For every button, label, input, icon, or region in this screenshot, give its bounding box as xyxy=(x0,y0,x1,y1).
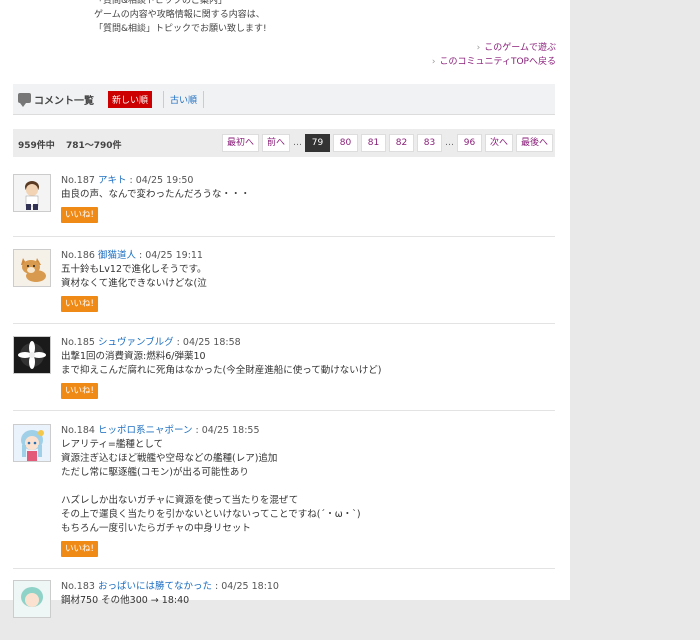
like-button[interactable]: いいね! xyxy=(61,207,98,223)
next-page-button[interactable]: 次へ xyxy=(484,134,513,152)
comment-line: ただし常に駆逐艦(コモン)が出る可能性あり xyxy=(61,467,249,478)
comment-line: 五十鈴もLv12で進化しそうです。 xyxy=(61,264,207,275)
flower-avatar-icon[interactable] xyxy=(13,336,51,374)
sort-newest-button[interactable]: 新しい順 xyxy=(108,91,153,108)
page-button[interactable]: 80 xyxy=(332,134,358,152)
page-button[interactable]: 81 xyxy=(360,134,386,152)
comment-line: 資材なくて進化できないけどな(泣 xyxy=(61,278,207,289)
comment-line: まで抑えこんだ腐れに死角はなかった(今全財産進船に使って動けないけど) xyxy=(61,365,382,376)
range-count: 781〜790件 xyxy=(65,141,122,151)
page-button[interactable]: 83 xyxy=(416,134,442,152)
comment-time: 04/25 19:50 xyxy=(135,175,194,186)
comment-user-link[interactable]: アキト xyxy=(98,175,127,186)
comment-meta: No.187 アキト : 04/25 19:50 xyxy=(61,175,194,186)
comment-number: No.186 xyxy=(61,250,95,261)
nav-links: このゲームで遊ぶ このコミュニティTOPへ戻る xyxy=(432,41,556,69)
ellipsis: … xyxy=(292,138,302,148)
comment-item: No.187 アキト : 04/25 19:50 由良の声、なんで変わったんだろ… xyxy=(13,174,555,237)
comment-meta: No.183 おっぱいには勝てなかった : 04/25 18:10 xyxy=(61,581,279,592)
comment-line-blank xyxy=(61,480,555,494)
intro-line: 「質問&相談」トピックでお願い致します! xyxy=(94,24,267,34)
play-game-link[interactable]: このゲームで遊ぶ xyxy=(432,41,556,55)
page-buttons: 最初へ 前へ … 79 80 81 82 83 … 96 次へ 最後へ xyxy=(221,134,553,152)
comment-user-link[interactable]: おっぱいには勝てなかった xyxy=(98,581,212,592)
sort-oldest-button[interactable]: 古い順 xyxy=(163,91,205,108)
comment-item: No.185 シュヴァンブルグ : 04/25 18:58 出撃1回の消費資源:… xyxy=(13,336,555,411)
comment-user-link[interactable]: 御猫道人 xyxy=(98,250,136,261)
comments-title: コメント一覧 xyxy=(34,96,94,107)
comment-meta: No.186 御猫道人 : 04/25 19:11 xyxy=(61,250,203,261)
total-count: 959件中 xyxy=(18,141,55,151)
comment-body: No.184 ヒッポロ系ニャポーン : 04/25 18:55 レアリティ=艦種… xyxy=(61,424,555,557)
last-page-button[interactable]: 最後へ xyxy=(515,134,553,152)
comment-number: No.183 xyxy=(61,581,95,592)
comment-line: 資源注ぎ込むほど戦艦や空母などの艦種(レア)追加 xyxy=(61,453,278,464)
intro-line: ゲームの内容や攻略情報に関する内容は、 xyxy=(94,10,265,20)
comment-body: No.185 シュヴァンブルグ : 04/25 18:58 出撃1回の消費資源:… xyxy=(61,336,555,399)
boy-avatar-icon[interactable] xyxy=(13,174,51,212)
comment-number: No.185 xyxy=(61,337,95,348)
comment-line: 出撃1回の消費資源:燃料6/弾薬10 xyxy=(61,351,206,362)
comment-meta: No.184 ヒッポロ系ニャポーン : 04/25 18:55 xyxy=(61,425,260,436)
comment-time: 04/25 18:58 xyxy=(182,337,241,348)
comment-user-link[interactable]: ヒッポロ系ニャポーン xyxy=(98,425,193,436)
comment-meta: No.185 シュヴァンブルグ : 04/25 18:58 xyxy=(61,337,241,348)
prev-page-button[interactable]: 前へ xyxy=(261,134,290,152)
page-button[interactable]: 82 xyxy=(388,134,414,152)
comment-time: 04/25 19:11 xyxy=(145,250,203,261)
result-count: 959件中 781〜790件 xyxy=(18,138,122,151)
comment-bubble-icon xyxy=(18,93,31,107)
comment-line: 鋼材750 その他300 → 18:40 xyxy=(61,595,190,606)
comment-body: No.183 おっぱいには勝てなかった : 04/25 18:10 鋼材750 … xyxy=(61,580,555,608)
comment-line: その上で運良く当たりを引かないといけないってことですね(´・ω・`) xyxy=(61,509,361,520)
page-button-current[interactable]: 79 xyxy=(304,134,330,152)
pagination-bar: 959件中 781〜790件 最初へ 前へ … 79 80 81 82 83 …… xyxy=(13,129,555,157)
community-top-link[interactable]: このコミュニティTOPへ戻る xyxy=(432,55,556,69)
comment-body: No.186 御猫道人 : 04/25 19:11 五十鈴もLv12で進化しそう… xyxy=(61,249,555,312)
anime-girl-avatar-icon[interactable] xyxy=(13,424,51,462)
comment-line: レアリティ=艦種として xyxy=(61,439,164,450)
main-panel: 「質問&相談トピックのご案内」 ゲームの内容や攻略情報に関する内容は、 「質問&… xyxy=(0,0,570,618)
comment-number: No.187 xyxy=(61,175,95,186)
comments-header: コメント一覧 新しい順 古い順 xyxy=(13,84,555,115)
comment-item: No.183 おっぱいには勝てなかった : 04/25 18:10 鋼材750 … xyxy=(13,580,555,640)
shiba-dog-avatar-icon[interactable] xyxy=(13,249,51,287)
ellipsis: … xyxy=(444,138,454,148)
comment-item: No.184 ヒッポロ系ニャポーン : 04/25 18:55 レアリティ=艦種… xyxy=(13,424,555,569)
comment-line: もちろん一度引いたらガチャの中身リセット xyxy=(61,523,251,534)
comment-item: No.186 御猫道人 : 04/25 19:11 五十鈴もLv12で進化しそう… xyxy=(13,249,555,324)
like-button[interactable]: いいね! xyxy=(61,541,98,557)
comment-time: 04/25 18:55 xyxy=(201,425,260,436)
like-button[interactable]: いいね! xyxy=(61,383,98,399)
comment-user-link[interactable]: シュヴァンブルグ xyxy=(98,337,174,348)
like-button[interactable]: いいね! xyxy=(61,296,98,312)
comment-line: 由良の声、なんで変わったんだろうな・・・ xyxy=(61,189,250,200)
intro-line: 「質問&相談トピックのご案内」 xyxy=(94,0,228,6)
comment-time: 04/25 18:10 xyxy=(221,581,279,592)
last-page-number-button[interactable]: 96 xyxy=(456,134,482,152)
comment-number: No.184 xyxy=(61,425,95,436)
first-page-button[interactable]: 最初へ xyxy=(221,134,259,152)
comment-line: ハズレしか出ないガチャに資源を使って当たりを混ぜて xyxy=(61,495,299,506)
anime-girl-avatar-2-icon[interactable] xyxy=(13,580,51,618)
comment-body: No.187 アキト : 04/25 19:50 由良の声、なんで変わったんだろ… xyxy=(61,174,555,223)
intro-notice: 「質問&相談トピックのご案内」 ゲームの内容や攻略情報に関する内容は、 「質問&… xyxy=(94,0,267,36)
